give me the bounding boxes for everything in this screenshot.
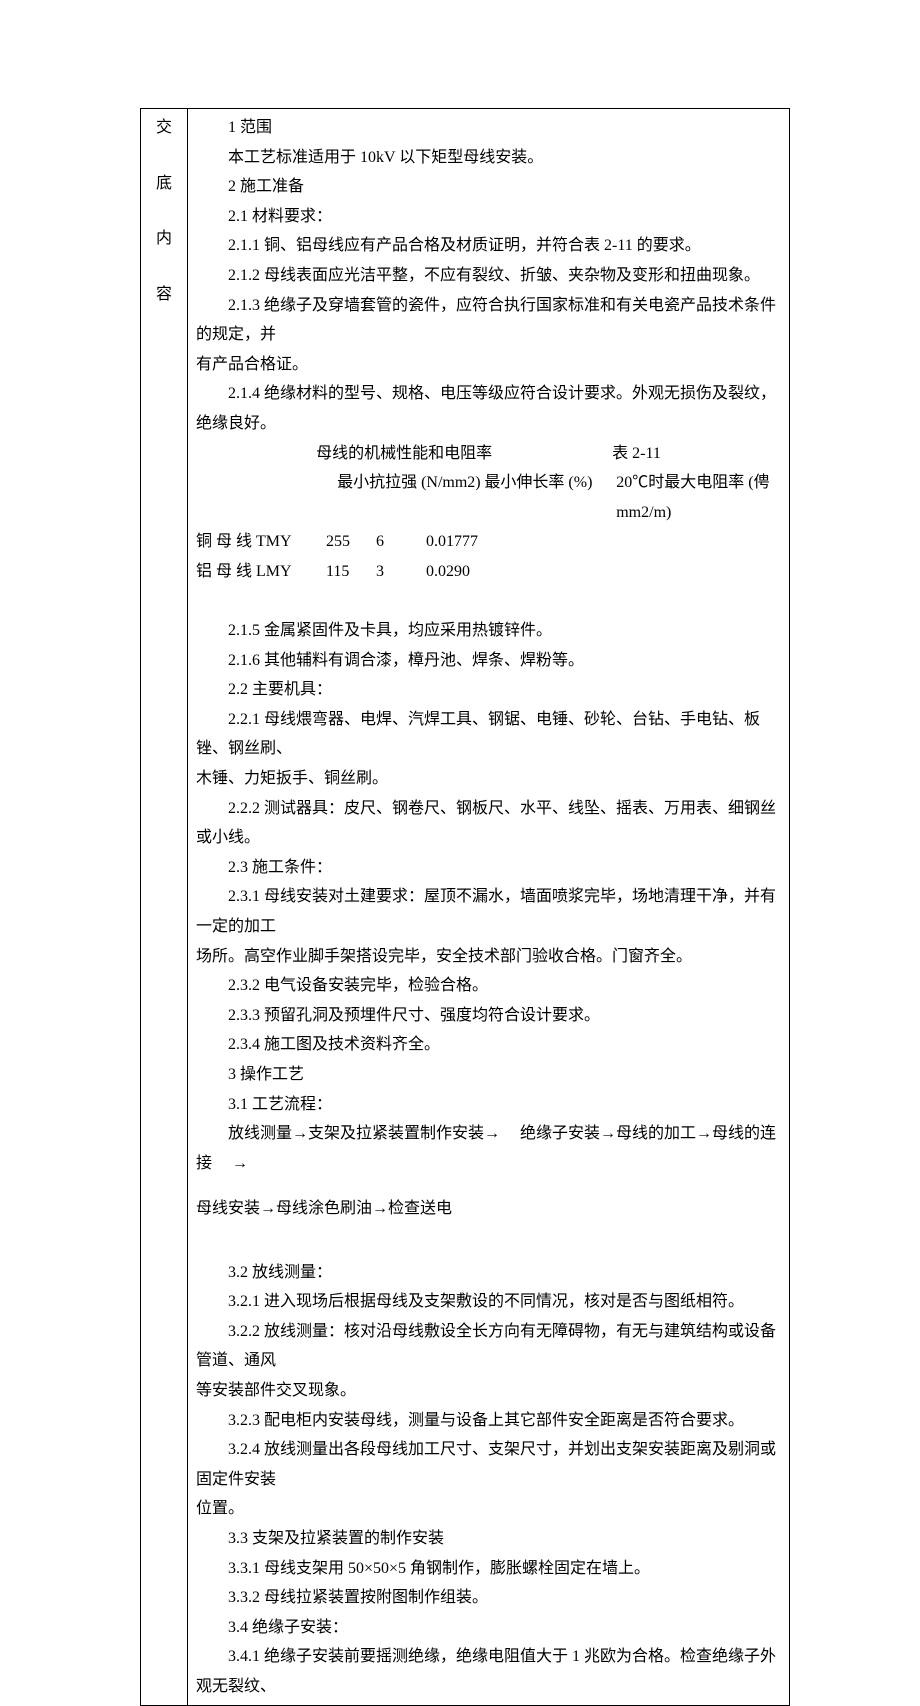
para-2-1-3a: 2.1.3 绝缘子及穿墙套管的瓷件，应符合执行国家标准和有关电瓷产品技术条件的规… bbox=[196, 291, 781, 350]
r1c2: 255 bbox=[326, 527, 376, 557]
content-cell: 1 范围 本工艺标准适用于 10kV 以下矩型母线安装。 2 施工准备 2.1 … bbox=[188, 109, 790, 1706]
th-elongation: 最小伸长率 (%) bbox=[484, 468, 616, 527]
para-3-2-3: 3.2.3 配电柜内安装母线，测量与设备上其它部件安全距离是否符合要求。 bbox=[196, 1406, 781, 1436]
para-2-2-2: 2.2.2 测试器具：皮尺、钢卷尺、钢板尺、水平、线坠、摇表、万用表、细钢丝或小… bbox=[196, 794, 781, 853]
para-3-4-1: 3.4.1 绝缘子安装前要摇测绝缘，绝缘电阻值大于 1 兆欧为合格。检查绝缘子外… bbox=[196, 1642, 781, 1701]
r2c2: 115 bbox=[326, 557, 376, 587]
section-2-1: 2.1 材料要求： bbox=[196, 202, 781, 232]
para-2-1-1: 2.1.1 铜、铝母线应有产品合格及材质证明，并符合表 2-11 的要求。 bbox=[196, 231, 781, 261]
flow-line-2: 母线安装→母线涂色刷油→检查送电 bbox=[196, 1178, 781, 1228]
para-2-2-1b: 木锤、力矩扳手、铜丝刷。 bbox=[196, 764, 781, 794]
r1c1: 铜 母 线 TMY bbox=[196, 527, 326, 557]
para-3-2-4b: 位置。 bbox=[196, 1494, 781, 1524]
section-2-2: 2.2 主要机具： bbox=[196, 675, 781, 705]
r2c1: 铝 母 线 LMY bbox=[196, 557, 326, 587]
section-1: 1 范围 bbox=[196, 113, 781, 143]
para-2-1-3b: 有产品合格证。 bbox=[196, 350, 781, 380]
table-number: 表 2-11 bbox=[612, 439, 661, 469]
side-label: 交 底 内 容 bbox=[149, 113, 179, 309]
section-3-4: 3.4 绝缘子安装： bbox=[196, 1613, 781, 1643]
th-empty bbox=[244, 468, 337, 527]
table-title-text: 母线的机械性能和电阻率 bbox=[316, 439, 492, 469]
para-scope: 本工艺标准适用于 10kV 以下矩型母线安装。 bbox=[196, 143, 781, 173]
table-2-11-title: 母线的机械性能和电阻率 表 2-11 bbox=[196, 439, 781, 469]
section-2-3: 2.3 施工条件： bbox=[196, 853, 781, 883]
side-char-1: 交 bbox=[156, 113, 172, 143]
side-char-4: 容 bbox=[156, 280, 172, 310]
th-tensile: 最小抗拉强 (N/mm2) bbox=[337, 468, 484, 527]
th-resistivity: 20℃时最大电阻率 (俜 mm2/m) bbox=[616, 468, 781, 527]
table-header-row: 最小抗拉强 (N/mm2) 最小伸长率 (%) 20℃时最大电阻率 (俜 mm2… bbox=[196, 468, 781, 527]
table-row-aluminum: 铝 母 线 LMY 115 3 0.0290 bbox=[196, 557, 781, 587]
page: 交 底 内 容 1 范围 本工艺标准适用于 10kV 以下矩型母线安装。 2 施… bbox=[0, 0, 920, 1302]
para-2-1-2: 2.1.2 母线表面应光洁平整，不应有裂纹、折皱、夹杂物及变形和扭曲现象。 bbox=[196, 261, 781, 291]
para-3-2-2b: 等安装部件交叉现象。 bbox=[196, 1376, 781, 1406]
para-2-3-2: 2.3.2 电气设备安装完毕，检验合格。 bbox=[196, 971, 781, 1001]
r2c3: 3 bbox=[376, 557, 426, 587]
para-2-1-6: 2.1.6 其他辅料有调合漆，樟丹池、焊条、焊粉等。 bbox=[196, 646, 781, 676]
para-3-2-2a: 3.2.2 放线测量：核对沿母线敷设全长方向有无障碍物，有无与建筑结构或设备管道… bbox=[196, 1317, 781, 1376]
section-3: 3 操作工艺 bbox=[196, 1060, 781, 1090]
section-2: 2 施工准备 bbox=[196, 172, 781, 202]
para-2-3-3: 2.3.3 预留孔洞及预埋件尺寸、强度均符合设计要求。 bbox=[196, 1001, 781, 1031]
side-label-cell: 交 底 内 容 bbox=[141, 109, 188, 1706]
r1c3: 6 bbox=[376, 527, 426, 557]
blank-line bbox=[196, 587, 781, 617]
section-3-3: 3.3 支架及拉紧装置的制作安装 bbox=[196, 1524, 781, 1554]
flow-1c: → bbox=[232, 1155, 248, 1172]
flow-line-1: 放线测量→支架及拉紧装置制作安装→ 绝缘子安装→母线的加工→母线的连接 → bbox=[196, 1119, 781, 1178]
para-3-3-1: 3.3.1 母线支架用 50×50×5 角钢制作，膨胀螺栓固定在墙上。 bbox=[196, 1554, 781, 1584]
para-3-3-2: 3.3.2 母线拉紧装置按附图制作组装。 bbox=[196, 1583, 781, 1613]
para-2-1-5: 2.1.5 金属紧固件及卡具，均应采用热镀锌件。 bbox=[196, 616, 781, 646]
blank-line-2 bbox=[196, 1228, 781, 1258]
section-3-1: 3.1 工艺流程： bbox=[196, 1090, 781, 1120]
para-2-1-4: 2.1.4 绝缘材料的型号、规格、电压等级应符合设计要求。外观无损伤及裂纹，绝缘… bbox=[196, 379, 781, 438]
r1c4: 0.01777 bbox=[426, 527, 478, 557]
para-2-3-1b: 场所。高空作业脚手架搭设完毕，安全技术部门验收合格。门窗齐全。 bbox=[196, 942, 781, 972]
flow-1a: 放线测量→支架及拉紧装置制作安装→ bbox=[228, 1125, 500, 1142]
para-2-3-4: 2.3.4 施工图及技术资料齐全。 bbox=[196, 1030, 781, 1060]
r2c4: 0.0290 bbox=[426, 557, 470, 587]
para-3-2-4a: 3.2.4 放线测量出各段母线加工尺寸、支架尺寸，并划出支架安装距离及剔洞或固定… bbox=[196, 1435, 781, 1494]
side-char-3: 内 bbox=[156, 224, 172, 254]
para-2-3-1a: 2.3.1 母线安装对土建要求：屋顶不漏水，墙面喷浆完毕，场地清理干净，并有一定… bbox=[196, 882, 781, 941]
para-2-2-1a: 2.2.1 母线煨弯器、电焊、汽焊工具、钢锯、电锤、砂轮、台钻、手电钻、板锉、钢… bbox=[196, 705, 781, 764]
section-3-2: 3.2 放线测量： bbox=[196, 1258, 781, 1288]
document-table: 交 底 内 容 1 范围 本工艺标准适用于 10kV 以下矩型母线安装。 2 施… bbox=[140, 108, 790, 1706]
table-row-copper: 铜 母 线 TMY 255 6 0.01777 bbox=[196, 527, 781, 557]
side-char-2: 底 bbox=[156, 169, 172, 199]
